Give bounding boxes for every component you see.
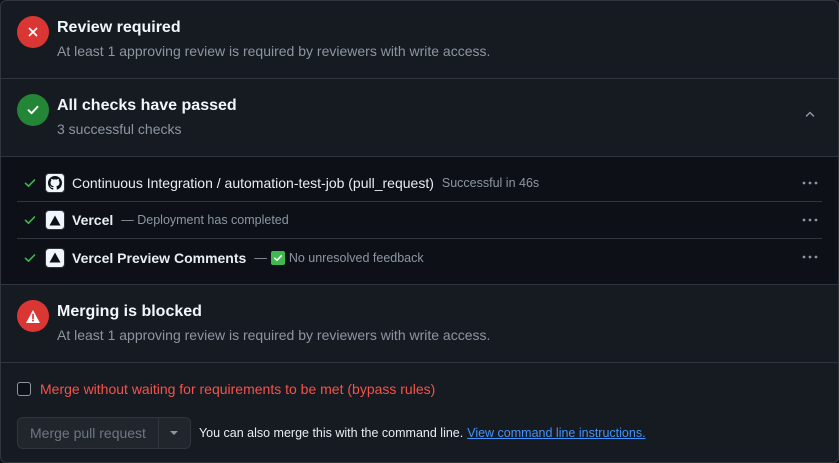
check-item[interactable]: Continuous Integration / automation-test… (17, 165, 822, 202)
merging-blocked-subtitle: At least 1 approving review is required … (57, 327, 491, 343)
check-circle-icon (17, 94, 49, 126)
bypass-rules-checkbox[interactable] (17, 382, 31, 396)
check-name[interactable]: Continuous Integration / automation-test… (72, 175, 434, 191)
check-description: — No unresolved feedback (254, 250, 424, 265)
review-required-title: Review required (57, 19, 181, 36)
checks-list: Continuous Integration / automation-test… (1, 157, 838, 285)
merge-box: Review required At least 1 approving rev… (0, 0, 839, 463)
description-text: No unresolved feedback (288, 250, 424, 265)
check-icon (23, 250, 39, 266)
github-icon (45, 173, 65, 193)
kebab-horizontal-icon[interactable] (798, 173, 822, 193)
triangle-down-icon (170, 431, 179, 435)
check-name[interactable]: Vercel (72, 212, 113, 228)
chevron-up-icon[interactable] (804, 107, 816, 125)
check-description: Successful in 46s (441, 176, 540, 190)
vercel-icon (45, 247, 65, 268)
check-name[interactable]: Vercel Preview Comments (72, 250, 246, 266)
check-item[interactable]: Vercel Preview Comments — No unresolved … (17, 239, 822, 276)
alert-icon (17, 300, 49, 332)
command-line-help-text: You can also merge this with the command… (198, 426, 464, 440)
x-circle-icon (17, 16, 49, 48)
checks-title: All checks have passed (57, 97, 237, 114)
command-line-instructions-link[interactable]: View command line instructions. (467, 426, 645, 440)
description-dash: — (254, 250, 267, 265)
merging-blocked-section: Merging is blocked At least 1 approving … (1, 285, 838, 363)
review-required-section: Review required At least 1 approving rev… (1, 1, 838, 79)
merging-blocked-title: Merging is blocked (57, 303, 202, 320)
merge-controls: Merge without waiting for requirements t… (1, 363, 838, 462)
merge-method-dropdown[interactable] (158, 417, 191, 449)
kebab-horizontal-icon[interactable] (798, 247, 822, 267)
check-item[interactable]: Vercel — Deployment has completed (17, 202, 822, 239)
vercel-icon (45, 210, 65, 230)
check-description: — Deployment has completed (121, 213, 289, 227)
white-check-mark-icon (270, 250, 285, 265)
bypass-rules-label[interactable]: Merge without waiting for requirements t… (40, 381, 435, 397)
checks-subtitle: 3 successful checks (57, 121, 182, 137)
merge-pull-request-button[interactable]: Merge pull request (17, 417, 159, 449)
checks-summary-section[interactable]: All checks have passed 3 successful chec… (1, 79, 838, 157)
review-required-subtitle: At least 1 approving review is required … (57, 43, 491, 59)
check-icon (23, 175, 39, 191)
check-icon (23, 212, 39, 228)
bypass-rules-option[interactable]: Merge without waiting for requirements t… (17, 381, 435, 397)
kebab-horizontal-icon[interactable] (798, 210, 822, 230)
merge-row: Merge pull request You can also merge th… (17, 417, 646, 449)
